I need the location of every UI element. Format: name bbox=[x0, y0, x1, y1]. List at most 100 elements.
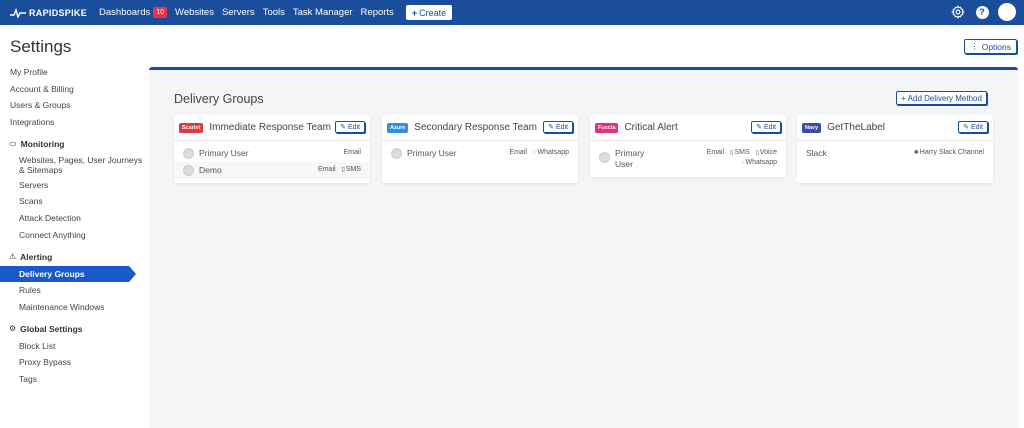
sidebar-section-global-label: Global Settings bbox=[20, 323, 83, 334]
delivery-group-card: Scarlet Immediate Response Team ✎ Edit P… bbox=[174, 115, 370, 183]
method-email: Email bbox=[343, 149, 361, 156]
sidebar-item-delivery-groups[interactable]: Delivery Groups bbox=[0, 265, 136, 283]
member-row: Primary User Email ▯SMS ▯Voice ◌Whatsapp bbox=[590, 145, 786, 173]
sidebar-item-my-profile[interactable]: My Profile bbox=[0, 64, 149, 81]
monitor-icon: ▭ bbox=[9, 138, 17, 148]
avatar bbox=[391, 148, 402, 159]
method-slack-channel: Harry Slack Channel bbox=[919, 149, 984, 156]
sidebar-item-websites-pages[interactable]: Websites, Pages, User Journeys & Sitemap… bbox=[0, 153, 149, 177]
nav-servers-label: Servers bbox=[221, 7, 255, 18]
delivery-group-card: Azure Secondary Response Team ✎ Edit Pri… bbox=[382, 115, 578, 183]
main-panel: Delivery Groups + Add Delivery Method Sc… bbox=[149, 67, 1018, 428]
mobile-phone-icon: ▯ bbox=[341, 167, 345, 173]
globe-gear-icon: ⚙ bbox=[9, 323, 17, 333]
sidebar-item-proxy-bypass[interactable]: Proxy Bypass bbox=[0, 354, 149, 371]
whatsapp-icon: ◌ bbox=[740, 160, 745, 166]
group-title: Critical Alert bbox=[624, 122, 678, 133]
pencil-icon: ✎ bbox=[756, 124, 762, 131]
sidebar-section-alerting-label: Alerting bbox=[20, 251, 53, 262]
member-row: Slack ✱Harry Slack Channel bbox=[797, 145, 993, 162]
sidebar-section-alerting: ⚠ Alerting bbox=[0, 248, 149, 266]
edit-button[interactable]: ✎ Edit bbox=[751, 121, 781, 133]
page-title: Settings bbox=[10, 37, 72, 56]
logo-spike-icon bbox=[10, 7, 26, 18]
sidebar-item-connect-anything[interactable]: Connect Anything bbox=[0, 227, 149, 244]
user-avatar[interactable] bbox=[998, 3, 1016, 21]
sidebar-section-monitoring-label: Monitoring bbox=[20, 138, 65, 149]
edit-button-label: Edit bbox=[555, 123, 568, 131]
edit-button[interactable]: ✎ Edit bbox=[958, 121, 988, 133]
member-name: Primary User bbox=[615, 148, 645, 169]
settings-gear-icon[interactable] bbox=[949, 3, 967, 21]
member-name: Primary User bbox=[199, 148, 249, 158]
sidebar-item-servers[interactable]: Servers bbox=[0, 177, 149, 194]
sidebar-item-integrations[interactable]: Integrations bbox=[0, 114, 149, 131]
help-button[interactable]: ? bbox=[973, 3, 991, 21]
sidebar-section-global-settings: ⚙ Global Settings bbox=[0, 320, 149, 338]
sidebar-item-maintenance-windows[interactable]: Maintenance Windows bbox=[0, 299, 149, 316]
tag-badge: Azure bbox=[387, 122, 409, 133]
create-button-label: Create bbox=[419, 7, 447, 18]
group-title: Immediate Response Team bbox=[209, 122, 331, 133]
settings-sidebar: My Profile Account & Billing Users & Gro… bbox=[0, 64, 149, 388]
method-email: Email bbox=[706, 149, 725, 156]
edit-button-label: Edit bbox=[970, 123, 983, 131]
plus-icon: + bbox=[901, 93, 906, 103]
sidebar-item-tags[interactable]: Tags bbox=[0, 371, 149, 388]
nav-reports[interactable]: Reports bbox=[361, 7, 394, 18]
sidebar-item-users-groups[interactable]: Users & Groups bbox=[0, 97, 149, 114]
help-icon: ? bbox=[975, 5, 989, 19]
logo-text: RAPIDSPIKE bbox=[29, 7, 88, 18]
nav-websites-label: Websites bbox=[175, 7, 214, 18]
add-delivery-method-button[interactable]: + Add Delivery Method bbox=[896, 91, 987, 105]
method-email: Email bbox=[509, 149, 527, 156]
group-title: GetTheLabel bbox=[827, 122, 885, 133]
avatar bbox=[599, 152, 610, 163]
slack-icon: ✱ bbox=[913, 150, 919, 156]
nav-tools[interactable]: Tools bbox=[263, 7, 285, 18]
method-email: Email bbox=[318, 166, 336, 173]
tag-badge: Navy bbox=[802, 122, 822, 133]
avatar bbox=[183, 148, 194, 159]
add-delivery-method-label: Add Delivery Method bbox=[907, 93, 982, 103]
whatsapp-icon: ◌ bbox=[532, 150, 537, 156]
member-row: Demo Email ▯SMS bbox=[174, 162, 370, 179]
method-whatsapp: Whatsapp bbox=[537, 149, 569, 156]
sidebar-item-rules[interactable]: Rules bbox=[0, 282, 149, 299]
nav-tools-label: Tools bbox=[262, 7, 285, 18]
sidebar-section-monitoring: ▭ Monitoring bbox=[0, 135, 149, 153]
edit-button[interactable]: ✎ Edit bbox=[335, 121, 365, 133]
pencil-icon: ✎ bbox=[340, 124, 346, 131]
method-voice: Voice bbox=[759, 149, 777, 156]
edit-button[interactable]: ✎ Edit bbox=[543, 121, 573, 133]
create-button[interactable]: + Create bbox=[405, 5, 453, 20]
tag-badge: Fuscia bbox=[595, 122, 619, 133]
edit-button-label: Edit bbox=[763, 123, 776, 131]
sidebar-item-account-billing[interactable]: Account & Billing bbox=[0, 81, 149, 98]
warning-triangle-icon: ⚠ bbox=[9, 251, 17, 261]
sidebar-item-attack-detection[interactable]: Attack Detection bbox=[0, 210, 149, 227]
member-row: Primary User Email ◌Whatsapp bbox=[382, 145, 578, 162]
delivery-group-card: Fuscia Critical Alert ✎ Edit Primary Use… bbox=[590, 115, 786, 177]
mobile-phone-icon: ▯ bbox=[730, 150, 734, 156]
sidebar-item-scans[interactable]: Scans bbox=[0, 193, 149, 210]
dashboards-count-badge: 10 bbox=[153, 7, 168, 18]
mobile-phone-icon: ▯ bbox=[755, 150, 759, 156]
pencil-icon: ✎ bbox=[963, 124, 969, 131]
group-title: Secondary Response Team bbox=[414, 122, 537, 133]
member-name: Primary User bbox=[407, 148, 457, 158]
pencil-icon: ✎ bbox=[548, 124, 554, 131]
member-row: Primary User Email bbox=[174, 145, 370, 162]
method-whatsapp: Whatsapp bbox=[745, 159, 777, 166]
plus-icon: + bbox=[411, 7, 418, 18]
sidebar-item-block-list[interactable]: Block List bbox=[0, 338, 149, 355]
member-name: Slack bbox=[806, 148, 827, 158]
options-button[interactable]: ⋮ Options bbox=[964, 39, 1017, 54]
method-sms: SMS bbox=[734, 149, 750, 156]
nav-task-manager[interactable]: Task Manager bbox=[293, 7, 353, 18]
app-logo[interactable]: RAPIDSPIKE bbox=[10, 7, 88, 18]
nav-websites[interactable]: Websites bbox=[175, 7, 214, 18]
avatar bbox=[183, 165, 194, 176]
nav-dashboards[interactable]: Dashboards 10 bbox=[99, 7, 168, 18]
nav-servers[interactable]: Servers bbox=[222, 7, 255, 18]
